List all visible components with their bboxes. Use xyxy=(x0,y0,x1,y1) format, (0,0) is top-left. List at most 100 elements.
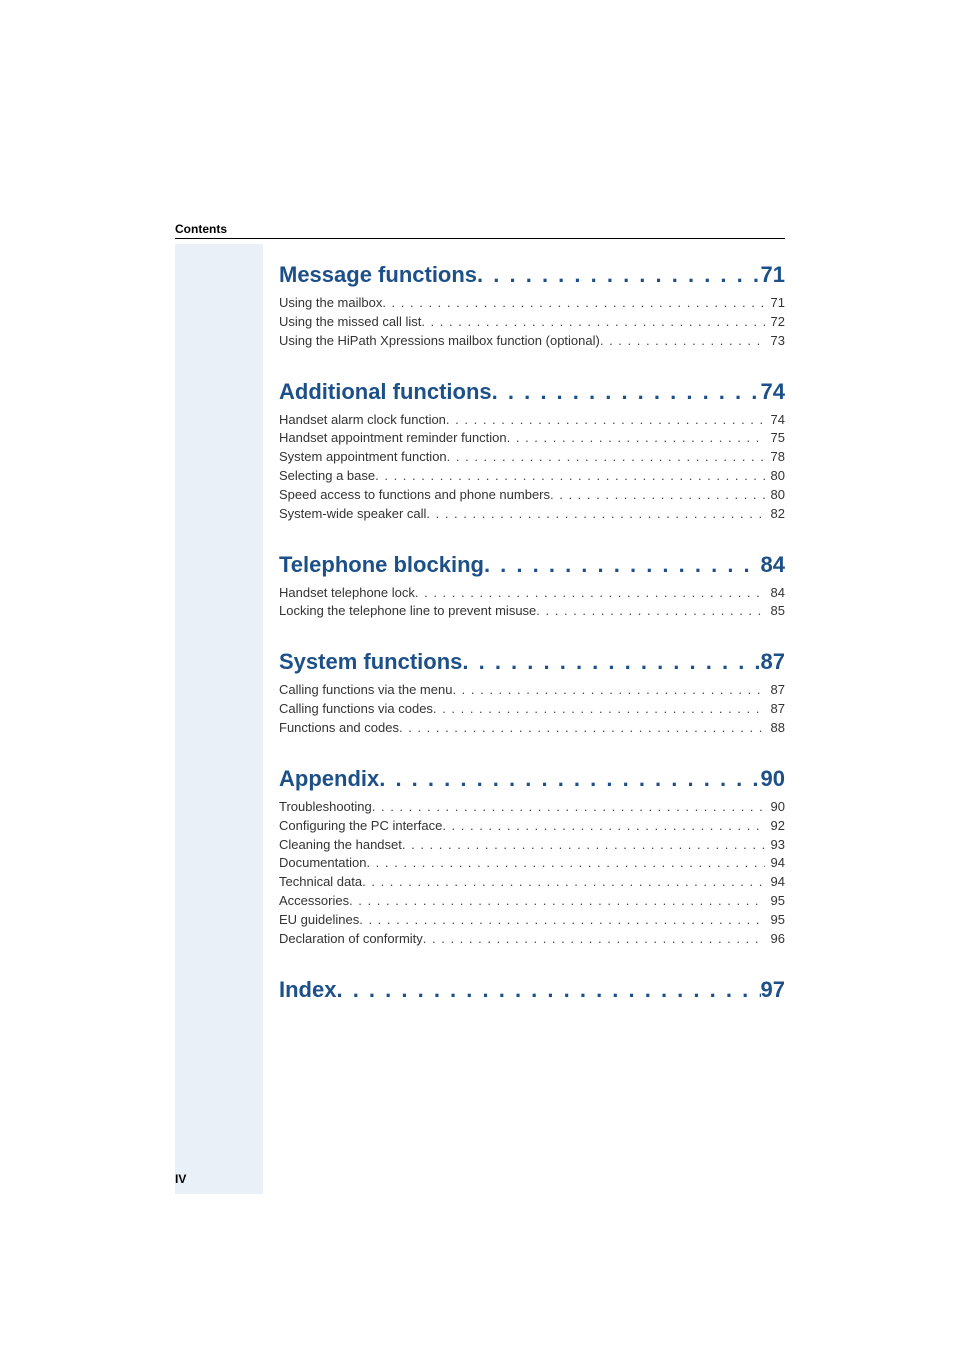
toc-entry-page: 73 xyxy=(765,332,785,351)
toc-entry[interactable]: Using the mailbox71 xyxy=(279,294,785,313)
toc-entry-title: Using the HiPath Xpressions mailbox func… xyxy=(279,332,600,351)
leader-dots xyxy=(366,854,764,873)
toc-entry[interactable]: Calling functions via the menu 87 xyxy=(279,681,785,700)
toc-entry[interactable]: EU guidelines 95 xyxy=(279,911,785,930)
toc-section: Message functions 71 Using the mailbox71… xyxy=(279,262,785,351)
toc-entry[interactable]: System-wide speaker call 82 xyxy=(279,505,785,524)
toc-entry[interactable]: Speed access to functions and phone numb… xyxy=(279,486,785,505)
toc-entry[interactable]: Handset appointment reminder function 75 xyxy=(279,429,785,448)
leader-dots xyxy=(426,505,764,524)
toc-heading-title: Message functions xyxy=(279,262,477,288)
toc-entry-title: Speed access to functions and phone numb… xyxy=(279,486,550,505)
toc-entry-page: 74 xyxy=(765,411,785,430)
toc-entry-page: 95 xyxy=(765,892,785,911)
leader-dots xyxy=(421,313,764,332)
toc-entry-page: 72 xyxy=(765,313,785,332)
toc-entry-title: Calling functions via the menu xyxy=(279,681,452,700)
toc-entry[interactable]: Handset telephone lock 84 xyxy=(279,584,785,603)
toc-heading-title: Index xyxy=(279,977,336,1003)
toc-entry[interactable]: Accessories 95 xyxy=(279,892,785,911)
toc-heading[interactable]: Message functions 71 xyxy=(279,262,785,288)
toc-entry-page: 93 xyxy=(765,836,785,855)
toc-heading[interactable]: Additional functions 74 xyxy=(279,379,785,405)
leader-dots xyxy=(336,977,760,1003)
toc-entry[interactable]: Locking the telephone line to prevent mi… xyxy=(279,602,785,621)
toc-section: Index 97 xyxy=(279,977,785,1003)
leader-dots xyxy=(375,467,764,486)
toc-entry-page: 92 xyxy=(765,817,785,836)
page: Contents Message functions 71 Using the … xyxy=(0,0,954,1350)
leader-dots xyxy=(446,411,765,430)
toc-entry[interactable]: Functions and codes88 xyxy=(279,719,785,738)
toc-entry[interactable]: Using the missed call list72 xyxy=(279,313,785,332)
toc-heading-page: 87 xyxy=(761,649,785,675)
toc-entry-page: 80 xyxy=(765,467,785,486)
toc-entry[interactable]: Troubleshooting90 xyxy=(279,798,785,817)
leader-dots xyxy=(349,892,764,911)
toc-entry-title: Accessories xyxy=(279,892,349,911)
leader-dots xyxy=(447,448,765,467)
toc-content: Message functions 71 Using the mailbox71… xyxy=(279,262,785,1031)
leader-dots xyxy=(379,766,760,792)
leader-dots xyxy=(477,262,760,288)
leader-dots xyxy=(507,429,765,448)
toc-heading[interactable]: Appendix 90 xyxy=(279,766,785,792)
toc-entry[interactable]: Cleaning the handset93 xyxy=(279,836,785,855)
toc-entry-page: 75 xyxy=(765,429,785,448)
toc-entry-page: 82 xyxy=(765,505,785,524)
toc-entry-title: Technical data xyxy=(279,873,362,892)
toc-heading[interactable]: System functions 87 xyxy=(279,649,785,675)
leader-dots xyxy=(492,379,761,405)
toc-entry[interactable]: Handset alarm clock function74 xyxy=(279,411,785,430)
toc-entry-page: 96 xyxy=(765,930,785,949)
toc-entry-page: 85 xyxy=(765,602,785,621)
leader-dots xyxy=(402,836,765,855)
toc-section: Additional functions 74 Handset alarm cl… xyxy=(279,379,785,524)
toc-entry-title: EU guidelines xyxy=(279,911,359,930)
page-number: IV xyxy=(175,1172,186,1186)
toc-heading-page: 84 xyxy=(761,552,785,578)
toc-entry-page: 78 xyxy=(765,448,785,467)
toc-entry-page: 88 xyxy=(765,719,785,738)
toc-heading-page: 97 xyxy=(761,977,785,1003)
toc-entry-page: 94 xyxy=(765,873,785,892)
toc-entry[interactable]: Selecting a base 80 xyxy=(279,467,785,486)
toc-heading-title: Additional functions xyxy=(279,379,492,405)
toc-entry[interactable]: Documentation94 xyxy=(279,854,785,873)
leader-dots xyxy=(433,700,765,719)
toc-entry-title: Handset telephone lock xyxy=(279,584,415,603)
toc-entry-page: 87 xyxy=(765,681,785,700)
toc-entry-page: 95 xyxy=(765,911,785,930)
toc-heading-page: 71 xyxy=(761,262,785,288)
toc-entry-page: 84 xyxy=(765,584,785,603)
toc-entry[interactable]: Configuring the PC interface92 xyxy=(279,817,785,836)
toc-heading-title: Telephone blocking xyxy=(279,552,484,578)
toc-heading-title: System functions xyxy=(279,649,462,675)
toc-entry[interactable]: Declaration of conformity 96 xyxy=(279,930,785,949)
toc-section: Appendix 90 Troubleshooting90 Configurin… xyxy=(279,766,785,949)
leader-dots xyxy=(423,930,765,949)
toc-entry-title: Declaration of conformity xyxy=(279,930,423,949)
toc-entry-title: Selecting a base xyxy=(279,467,375,486)
leader-dots xyxy=(372,798,765,817)
leader-dots xyxy=(600,332,765,351)
toc-heading-title: Appendix xyxy=(279,766,379,792)
toc-heading[interactable]: Telephone blocking 84 xyxy=(279,552,785,578)
toc-entry-title: Calling functions via codes xyxy=(279,700,433,719)
toc-heading[interactable]: Index 97 xyxy=(279,977,785,1003)
toc-entry-title: Documentation xyxy=(279,854,366,873)
toc-section: Telephone blocking 84 Handset telephone … xyxy=(279,552,785,622)
toc-entry[interactable]: System appointment function78 xyxy=(279,448,785,467)
toc-section: System functions 87 Calling functions vi… xyxy=(279,649,785,738)
toc-entry[interactable]: Calling functions via codes87 xyxy=(279,700,785,719)
toc-entry[interactable]: Technical data 94 xyxy=(279,873,785,892)
toc-entry-title: Locking the telephone line to prevent mi… xyxy=(279,602,536,621)
toc-entry-title: Troubleshooting xyxy=(279,798,372,817)
toc-entry-page: 80 xyxy=(765,486,785,505)
toc-entry[interactable]: Using the HiPath Xpressions mailbox func… xyxy=(279,332,785,351)
toc-entry-title: System-wide speaker call xyxy=(279,505,426,524)
leader-dots xyxy=(550,486,765,505)
side-bar xyxy=(175,244,263,1194)
toc-entry-title: Handset appointment reminder function xyxy=(279,429,507,448)
leader-dots xyxy=(452,681,764,700)
